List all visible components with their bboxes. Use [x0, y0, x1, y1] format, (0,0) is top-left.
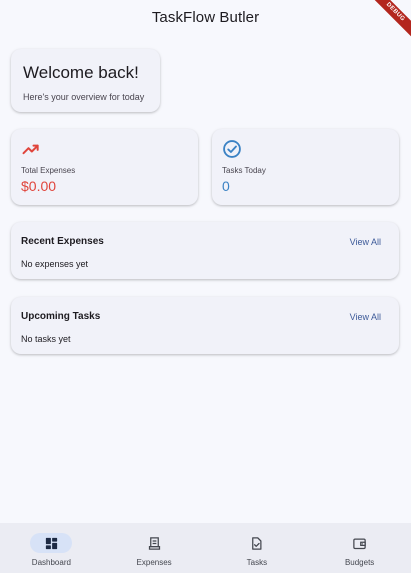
upcoming-tasks-card: Upcoming Tasks View All No tasks yet [11, 297, 399, 354]
nav-item-budgets[interactable]: Budgets [308, 523, 411, 573]
welcome-subtitle: Here's your overview for today [23, 92, 145, 102]
view-all-tasks-button[interactable]: View All [350, 312, 381, 322]
app-bar: TaskFlow Butler [0, 0, 411, 34]
nav-label-tasks: Tasks [246, 558, 268, 567]
nav-indicator [30, 533, 73, 553]
view-all-expenses-button[interactable]: View All [350, 237, 381, 247]
tasks-today-value: 0 [222, 178, 230, 194]
recent-expenses-card: Recent Expenses View All No expenses yet [11, 222, 399, 279]
total-expenses-label: Total Expenses [21, 166, 76, 175]
nav-item-dashboard[interactable]: Dashboard [0, 523, 103, 573]
dashboard-icon [45, 537, 57, 549]
upcoming-tasks-title: Upcoming Tasks [21, 311, 101, 322]
no-expenses-text: No expenses yet [21, 259, 89, 269]
tasks-today-card: Tasks Today 0 [212, 129, 399, 205]
app-title: TaskFlow Butler [151, 8, 260, 26]
no-tasks-text: No tasks yet [21, 334, 71, 344]
welcome-card: Welcome back! Here's your overview for t… [11, 49, 160, 112]
task-icon [252, 536, 262, 550]
recent-expenses-title: Recent Expenses [21, 236, 104, 247]
wallet-icon [353, 538, 366, 549]
bottom-navigation: Dashboard Expenses Tasks Budgets [0, 523, 411, 573]
total-expenses-value: $0.00 [21, 178, 57, 194]
nav-label-budgets: Budgets [344, 558, 375, 567]
receipt-icon [148, 536, 160, 550]
check-circle-icon [223, 140, 241, 158]
nav-item-tasks[interactable]: Tasks [206, 523, 309, 573]
nav-label-expenses: Expenses [136, 558, 172, 567]
nav-item-expenses[interactable]: Expenses [103, 523, 206, 573]
trending-up-icon [22, 144, 39, 155]
nav-label-dashboard: Dashboard [31, 558, 71, 567]
tasks-today-label: Tasks Today [222, 166, 266, 175]
welcome-title: Welcome back! [23, 63, 139, 82]
total-expenses-card: Total Expenses $0.00 [11, 129, 198, 205]
